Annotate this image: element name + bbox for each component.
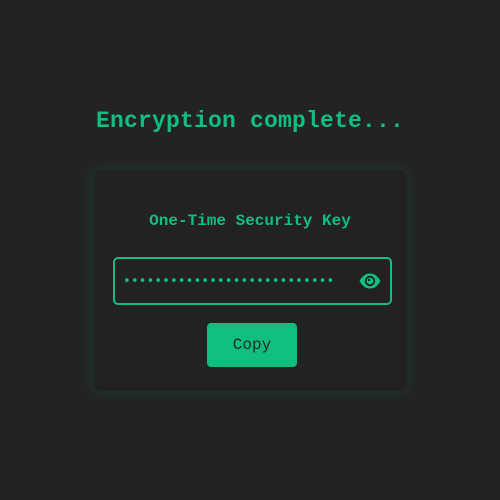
page-title: Encryption complete...	[95, 108, 405, 134]
security-key-input[interactable]	[123, 259, 355, 303]
security-key-card: One-Time Security Key Copy	[91, 168, 409, 393]
security-key-heading: One-Time Security Key	[149, 212, 351, 230]
copy-button[interactable]: Copy	[207, 323, 297, 367]
security-key-field[interactable]	[113, 257, 392, 305]
eye-icon[interactable]	[358, 270, 382, 292]
